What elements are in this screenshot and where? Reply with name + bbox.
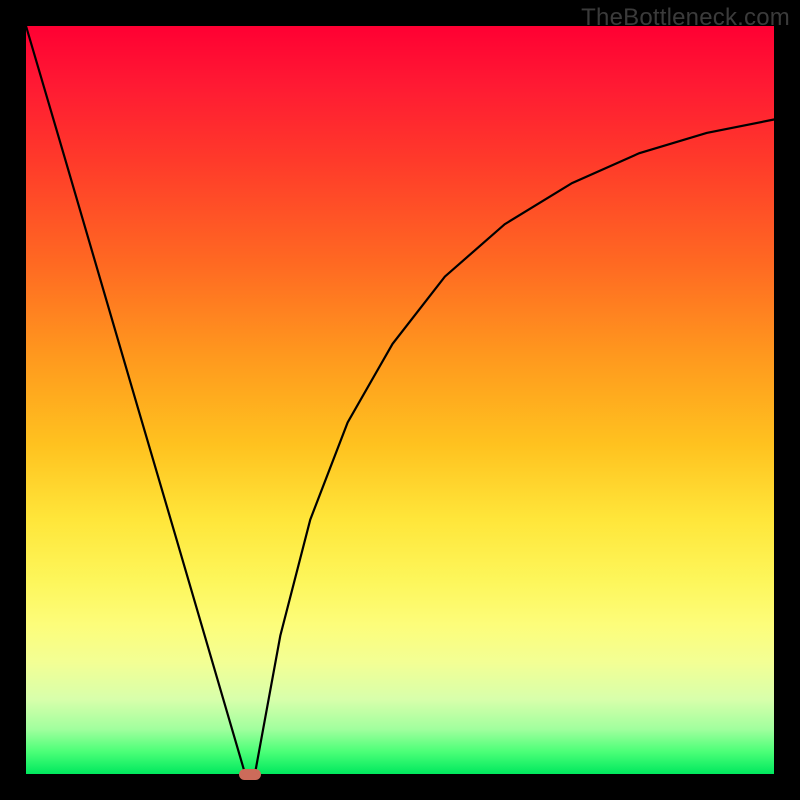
curve-left-branch bbox=[26, 26, 245, 774]
plot-area bbox=[26, 26, 774, 774]
curve-right-branch bbox=[255, 120, 774, 775]
watermark-text: TheBottleneck.com bbox=[581, 4, 790, 32]
minimum-marker bbox=[239, 769, 261, 780]
chart-frame: TheBottleneck.com bbox=[0, 0, 800, 800]
curve-svg bbox=[26, 26, 774, 774]
